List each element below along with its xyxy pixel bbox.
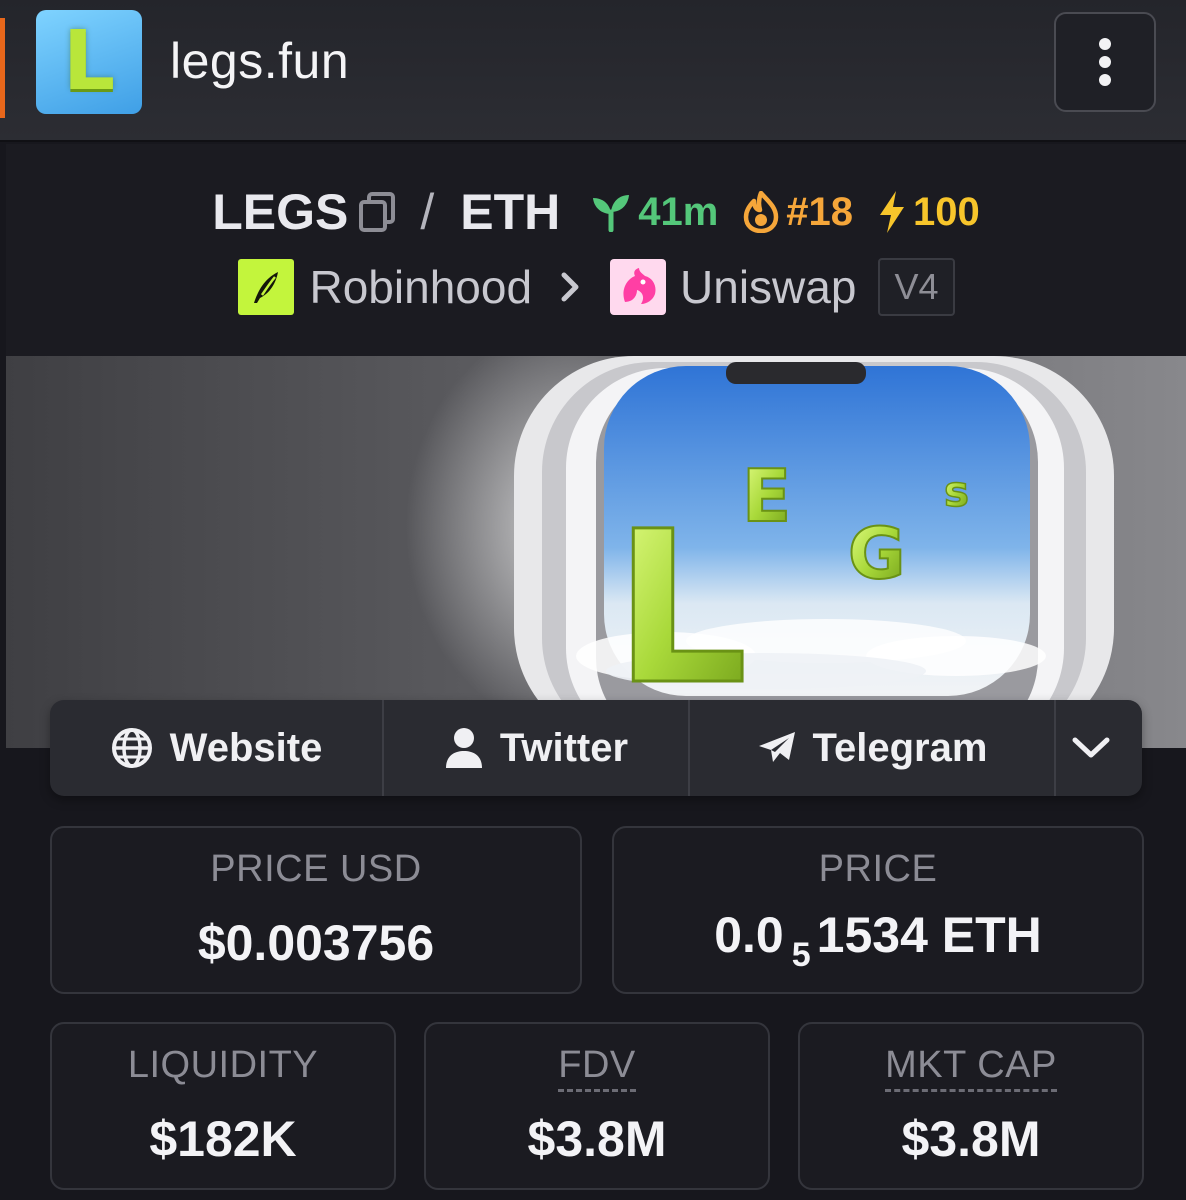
robinhood-logo-icon <box>237 259 294 315</box>
trending-rank-badge[interactable]: #18 <box>742 190 853 235</box>
token-banner-image: L E G s <box>6 356 1186 748</box>
price-native-value: 0.0 5 1534 ETH <box>614 906 1142 975</box>
app-title[interactable]: legs.fun <box>170 32 349 90</box>
globe-icon <box>111 728 152 768</box>
social-links-bar: Website Twitter Telegram <box>50 700 1142 796</box>
price-prefix: 0.0 <box>714 907 784 963</box>
price-usd-card: PRICE USD $0.003756 <box>50 826 582 994</box>
vertical-dots-icon <box>1099 38 1111 86</box>
telegram-link-button[interactable]: Telegram <box>690 700 1056 796</box>
app-logo[interactable]: L <box>36 10 142 114</box>
banner-letter-s: s <box>944 467 969 516</box>
app-header: L legs.fun <box>0 0 1186 142</box>
price-usd-label: PRICE USD <box>210 848 422 890</box>
website-link-button[interactable]: Website <box>50 700 384 796</box>
copy-icon[interactable] <box>358 191 396 233</box>
app-logo-letter: L <box>62 14 116 109</box>
fdv-value: $3.8M <box>527 1111 667 1167</box>
menu-button[interactable] <box>1054 12 1156 112</box>
dex-name[interactable]: Uniswap <box>680 260 856 314</box>
route-line: Robinhood Uniswap V4 <box>6 256 1186 318</box>
uniswap-logo-icon <box>610 259 667 315</box>
pair-age-badge: 41m <box>590 190 718 235</box>
chevron-right-icon <box>560 271 580 303</box>
fdv-label-text: FDV <box>558 1044 636 1092</box>
market-cap-value: $3.8M <box>901 1111 1041 1167</box>
fdv-label[interactable]: FDV <box>426 1044 768 1092</box>
banner-letter-g: G <box>848 513 905 595</box>
trending-rank-text: #18 <box>786 189 854 234</box>
telegram-icon <box>758 732 795 762</box>
twitter-link-label: Twitter <box>499 725 629 770</box>
accent-strip <box>0 18 5 118</box>
fdv-card: FDV $3.8M <box>424 1022 770 1190</box>
banner-letter-l: L <box>614 486 748 731</box>
pair-separator: / <box>420 184 435 240</box>
dex-version-badge: V4 <box>878 258 955 316</box>
boost-badge[interactable]: 100 <box>877 190 980 235</box>
quote-token-symbol: ETH <box>460 184 561 240</box>
market-cap-card: MKT CAP $3.8M <box>798 1022 1144 1190</box>
price-label: PRICE <box>818 848 938 890</box>
more-links-button[interactable] <box>1056 700 1142 796</box>
pair-panel: LEGS / ETH 41m #18 100 Robinhood Uniswap… <box>6 144 1186 356</box>
market-cap-label[interactable]: MKT CAP <box>800 1044 1142 1092</box>
liquidity-value: $182K <box>149 1111 297 1167</box>
price-usd-value: $0.003756 <box>197 915 435 971</box>
lightning-icon <box>880 191 905 233</box>
liquidity-card: LIQUIDITY $182K <box>50 1022 396 1190</box>
chevron-down-icon <box>1072 737 1110 758</box>
base-token-symbol: LEGS <box>212 184 349 240</box>
price-zero-count: 5 <box>791 936 811 974</box>
chain-name[interactable]: Robinhood <box>310 260 533 314</box>
liquidity-label: LIQUIDITY <box>127 1044 319 1086</box>
sprout-icon <box>593 195 630 232</box>
pair-age-text: 41m <box>638 189 719 234</box>
user-icon <box>445 728 482 768</box>
market-cap-label-text: MKT CAP <box>885 1044 1057 1092</box>
twitter-link-button[interactable]: Twitter <box>384 700 690 796</box>
telegram-link-label: Telegram <box>812 725 988 770</box>
price-native-card: PRICE 0.0 5 1534 ETH <box>612 826 1144 994</box>
flame-icon <box>744 191 779 233</box>
boost-count: 100 <box>913 189 980 234</box>
banner-letter-e: E <box>742 454 791 538</box>
pair-line: LEGS / ETH 41m #18 100 <box>6 182 1186 242</box>
price-digits: 1534 ETH <box>816 907 1042 963</box>
website-link-label: Website <box>169 725 323 770</box>
